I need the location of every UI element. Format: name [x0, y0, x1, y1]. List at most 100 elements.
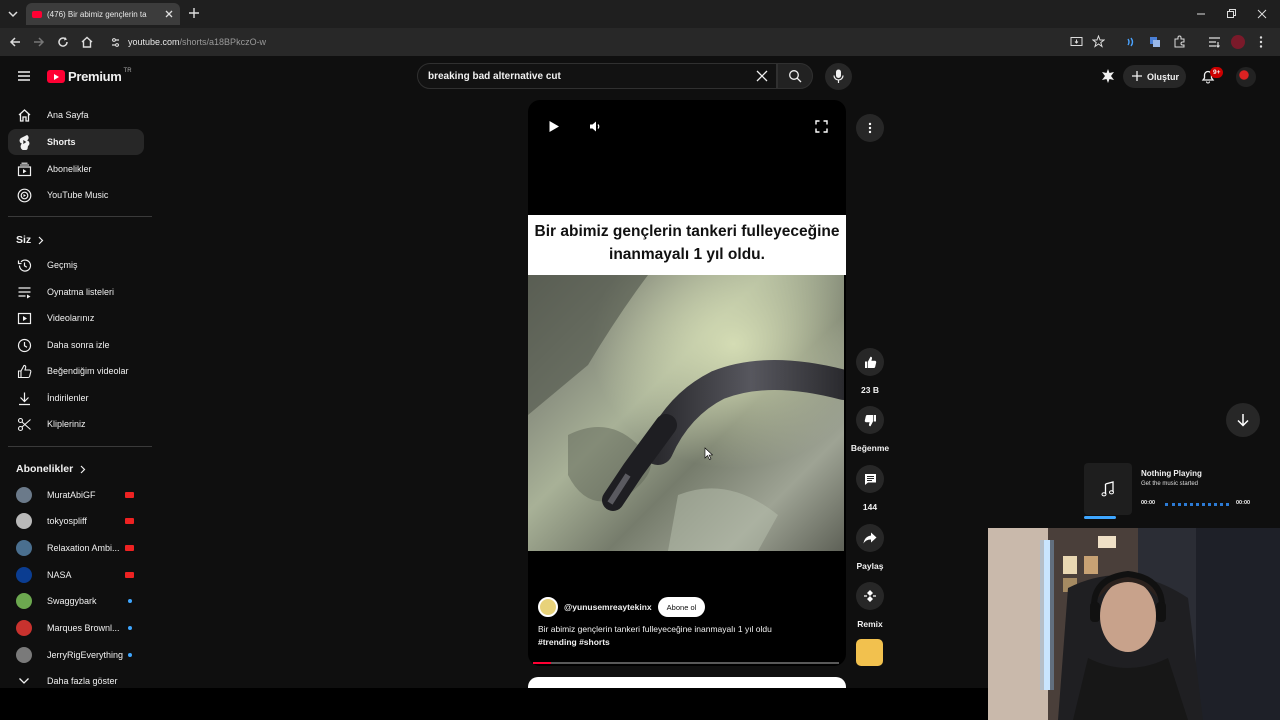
sidebar-item-label: Shorts — [47, 137, 76, 147]
video-caption-overlay: Bir abimiz gençlerin tankeri fulleyeceği… — [528, 215, 846, 275]
browser-toolbar: youtube.com/shorts/a18BPkczO-w — [0, 28, 1280, 56]
sidebar-item-liked-videos[interactable]: Beğendiğim videolar — [8, 358, 144, 384]
channel-avatar[interactable] — [538, 597, 558, 617]
bookmark-star-icon[interactable] — [1092, 35, 1105, 48]
more-options-action[interactable] — [850, 114, 890, 142]
sidebar-item-subscriptions[interactable]: Abonelikler — [8, 156, 144, 182]
reading-list-icon[interactable] — [1208, 36, 1221, 48]
subscription-item[interactable]: JerryRigEverything — [8, 642, 144, 668]
dislike-action[interactable]: Beğenme — [850, 406, 890, 453]
channel-name: Swaggybark — [47, 596, 97, 606]
like-action[interactable]: 23 B — [850, 348, 890, 395]
subscription-item[interactable]: Marques Brownl... — [8, 615, 144, 641]
subscribe-button[interactable]: Abone ol — [657, 597, 706, 617]
subscription-item[interactable]: tokyospliff — [8, 508, 144, 534]
sidebar-item-your-videos[interactable]: Videolarınız — [8, 305, 144, 331]
shorts-icon — [16, 134, 32, 150]
subscription-item[interactable]: Swaggybark — [8, 588, 144, 614]
search-icon — [788, 69, 802, 83]
youtube-premium-logo[interactable]: Premium TR — [47, 67, 132, 84]
share-action[interactable]: Paylaş — [850, 524, 890, 571]
sidebar-item-youtube-music[interactable]: YouTube Music — [8, 182, 144, 208]
voice-search-button[interactable] — [825, 63, 852, 90]
install-app-icon[interactable] — [1070, 36, 1083, 48]
chevron-right-icon — [37, 236, 44, 245]
guide-menu-icon[interactable] — [16, 68, 32, 84]
search-button[interactable] — [777, 63, 813, 89]
playlists-icon — [16, 284, 32, 300]
sidebar-item-shorts[interactable]: Shorts — [8, 129, 144, 155]
thumbs-up-icon — [16, 363, 32, 379]
you-section-title[interactable]: Siz — [16, 234, 44, 246]
reload-icon[interactable] — [56, 35, 70, 49]
shorts-player[interactable]: Bir abimiz gençlerin tankeri fulleyeceği… — [528, 100, 846, 666]
extension-translate-icon[interactable] — [1149, 36, 1161, 48]
browser-tab[interactable]: (476) Bir abimiz gençlerin ta — [26, 3, 180, 25]
minimize-icon[interactable] — [1195, 8, 1207, 20]
sidebar-item-downloads[interactable]: İndirilenler — [8, 385, 144, 411]
notifications-badge: 9+ — [1210, 67, 1224, 78]
search-input[interactable]: breaking bad alternative cut — [417, 63, 777, 89]
progress-bar[interactable] — [533, 662, 839, 664]
country-code: TR — [123, 67, 132, 74]
chevron-down-icon — [16, 673, 32, 689]
tab-list-icon[interactable] — [6, 7, 20, 21]
thumbs-up-icon[interactable] — [856, 348, 884, 376]
subscription-item[interactable]: NASA — [8, 562, 144, 588]
account-avatar[interactable] — [1236, 67, 1256, 87]
clear-search-icon[interactable] — [755, 69, 769, 83]
sidebar-item-watch-later[interactable]: Daha sonra izle — [8, 332, 144, 358]
volume-icon[interactable] — [589, 120, 602, 133]
forward-icon[interactable] — [32, 35, 46, 49]
download-icon — [16, 390, 32, 406]
subscriptions-section-title[interactable]: Abonelikler — [16, 463, 86, 475]
now-playing-widget[interactable]: Nothing Playing Get the music started 00… — [1084, 463, 1260, 519]
subscription-item[interactable]: MuratAbiGF — [8, 482, 144, 508]
now-playing-progress[interactable] — [1165, 503, 1229, 506]
sidebar-item-clips[interactable]: Klipleriniz — [8, 411, 144, 437]
youtube-music-icon — [16, 187, 32, 203]
remix-icon[interactable] — [856, 582, 884, 610]
thumbs-down-icon[interactable] — [856, 406, 884, 434]
sidebar-item-label: İndirilenler — [47, 393, 89, 403]
create-button[interactable]: Oluştur — [1123, 65, 1186, 88]
fullscreen-icon[interactable] — [815, 120, 828, 133]
home-icon — [16, 107, 32, 123]
more-vert-icon[interactable] — [856, 114, 884, 142]
comment-icon[interactable] — [856, 465, 884, 493]
channel-avatar — [16, 487, 32, 503]
site-info-icon[interactable] — [110, 37, 121, 48]
share-icon[interactable] — [856, 524, 884, 552]
back-icon[interactable] — [8, 35, 22, 49]
plus-icon — [1131, 70, 1143, 82]
close-tab-icon[interactable] — [164, 9, 174, 19]
sidebar-item-home[interactable]: Ana Sayfa — [8, 102, 144, 128]
channel-name: JerryRigEverything — [47, 650, 124, 660]
sidebar-item-playlists[interactable]: Oynatma listeleri — [8, 279, 144, 305]
comments-action[interactable]: 144 — [850, 465, 890, 512]
sound-thumbnail[interactable] — [856, 639, 883, 666]
hashtags[interactable]: #trending #shorts — [538, 636, 838, 649]
subscription-item[interactable]: Relaxation Ambi... — [8, 535, 144, 561]
channel-handle[interactable]: @yunusemreaytekinx — [564, 602, 652, 612]
browser-menu-icon[interactable] — [1258, 35, 1264, 49]
restore-icon[interactable] — [1225, 8, 1237, 20]
new-tab-icon[interactable] — [188, 7, 200, 19]
extension-audio-icon[interactable] — [1125, 36, 1137, 48]
play-icon[interactable] — [548, 120, 560, 133]
next-short-button[interactable] — [1226, 403, 1260, 437]
sidebar-item-history[interactable]: Geçmiş — [8, 252, 144, 278]
live-indicator-icon — [125, 518, 134, 524]
history-icon — [16, 257, 32, 273]
extensions-puzzle-icon[interactable] — [1173, 35, 1186, 48]
close-window-icon[interactable] — [1256, 8, 1268, 20]
home-browser-icon[interactable] — [80, 35, 94, 49]
now-playing-end-time: 00:00 — [1236, 500, 1251, 506]
address-bar[interactable]: youtube.com/shorts/a18BPkczO-w — [104, 33, 1064, 51]
your-videos-icon — [16, 310, 32, 326]
profile-avatar-icon[interactable] — [1231, 35, 1245, 49]
remix-action[interactable]: Remix — [850, 582, 890, 629]
create-sparkle-icon[interactable] — [1100, 68, 1116, 84]
progress-fill — [533, 662, 552, 664]
video-description[interactable]: Bir abimiz gençlerin tankeri fulleyeceği… — [538, 623, 838, 649]
